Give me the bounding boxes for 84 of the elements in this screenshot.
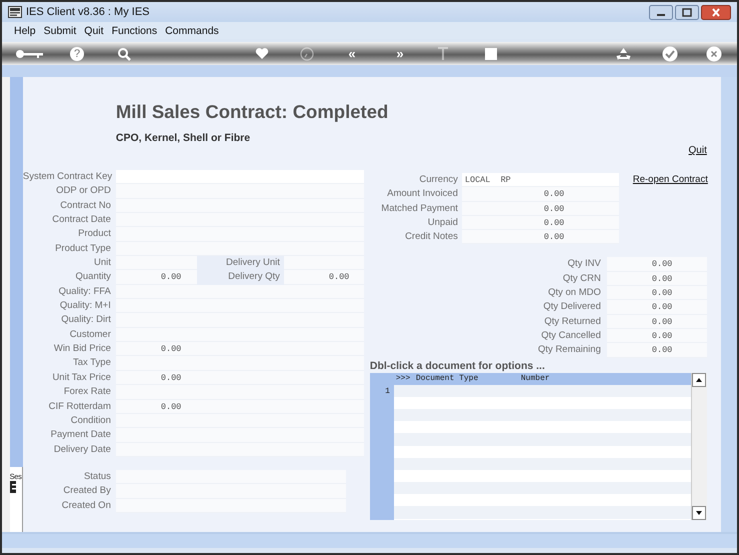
input-field[interactable]: 0.00	[462, 230, 619, 244]
field-label: Quality: FFA	[58, 284, 111, 299]
field-label: Delivery Unit	[196, 256, 284, 270]
menu-item[interactable]: Functions	[108, 24, 162, 36]
close-icon[interactable]	[706, 46, 722, 62]
field-label: Quality: M+I	[58, 299, 111, 314]
window-title: IES Client v8.36 : My IES	[26, 6, 150, 18]
field-label: Matched Payment	[380, 202, 458, 216]
maximize-icon[interactable]	[675, 4, 699, 20]
search-icon[interactable]	[117, 46, 131, 60]
field-label: Amount Invoiced	[386, 187, 458, 202]
input-field[interactable]: LOCAL RP	[462, 173, 619, 188]
field-label: Qty Remaining	[537, 343, 601, 358]
field-label: Qty INV	[566, 257, 601, 272]
reopen-contract-link[interactable]: Re-open Contract	[632, 173, 708, 188]
field-label: Qty Returned	[543, 314, 601, 329]
quit-link[interactable]: Quit	[688, 145, 707, 159]
menu-item[interactable]: Submit	[40, 24, 80, 36]
field-label: Qty Delivered	[542, 300, 601, 314]
input-field[interactable]: 0.00	[284, 270, 364, 285]
menu-item[interactable]: Commands	[161, 24, 223, 36]
field-label: Customer	[68, 328, 111, 342]
input-field[interactable]: 0.00	[116, 400, 364, 414]
field-label: Contract No	[59, 198, 111, 213]
field-label: Qty Cancelled	[540, 328, 601, 343]
heart-icon[interactable]	[255, 47, 269, 60]
input-field[interactable]: 0.00	[606, 300, 707, 315]
nav-button[interactable]: »	[396, 46, 404, 60]
menu-item[interactable]: Help	[10, 24, 40, 36]
field-label: System Contract Key	[22, 170, 111, 184]
input-field[interactable]: 0.00	[606, 272, 707, 286]
field-label: Qty CRN	[562, 272, 601, 286]
minimize-icon[interactable]	[649, 4, 673, 20]
page-title: Mill Sales Contract: Completed	[116, 101, 390, 123]
field-label: Forex Rate	[62, 385, 111, 400]
field-label: Product	[77, 227, 111, 242]
input-field[interactable]: 0.00	[606, 343, 707, 358]
nav-button[interactable]: «	[348, 46, 356, 60]
column-header[interactable]: Document Type	[416, 372, 521, 385]
input-field[interactable]: 0.00	[606, 257, 707, 272]
scroll-down-icon[interactable]	[692, 506, 706, 520]
field-label: Quantity	[74, 270, 111, 284]
input-field[interactable]: 0.00	[462, 187, 619, 202]
help-button[interactable]: ?	[70, 46, 84, 60]
field-label: Unit Tax Price	[51, 370, 111, 385]
field-label: Credit Notes	[404, 230, 458, 244]
input-field[interactable]: 0.00	[116, 370, 364, 386]
input-field[interactable]: 0.00	[462, 202, 619, 216]
scroll-up-icon[interactable]	[692, 372, 706, 387]
field-label: Status	[82, 470, 111, 484]
input-field[interactable]: 0.00	[116, 270, 197, 285]
close-icon[interactable]	[701, 4, 731, 20]
input-field[interactable]: 0.00	[462, 216, 619, 230]
field-label: Win Bid Price	[52, 342, 111, 356]
input-field[interactable]: 0.00	[606, 286, 707, 300]
field-label: Delivery Date	[52, 442, 111, 457]
field-label: CIF Rotterdam	[48, 400, 111, 414]
field-label: Unpaid	[426, 216, 458, 230]
input-field[interactable]: 0.00	[606, 328, 707, 344]
field-label: Product Type	[54, 242, 111, 256]
grid-hint: Dbl-click a document for options ...	[370, 358, 546, 373]
page-subtitle: CPO, Kernel, Shell or Fibre	[116, 132, 252, 144]
square-icon[interactable]	[485, 48, 497, 60]
field-label: Qty on MDO	[547, 286, 601, 300]
field-label: Unit	[92, 256, 111, 270]
input-field[interactable]: 0.00	[606, 314, 707, 329]
field-label: Quality: Dirt	[60, 313, 111, 328]
field-label: Tax Type	[72, 356, 111, 370]
field-label: Delivery Qty	[196, 270, 284, 285]
field-label: Payment Date	[50, 428, 111, 442]
field-label: Contract Date	[51, 213, 111, 228]
field-label: ODP or OPD	[55, 184, 111, 198]
row-number: 1	[384, 386, 391, 397]
key-icon[interactable]	[15, 48, 45, 60]
menu-item[interactable]: Quit	[80, 24, 108, 36]
field-label: Created On	[60, 498, 111, 513]
field-label: Currency	[418, 173, 458, 187]
field-label: Created By	[62, 484, 111, 498]
column-header[interactable]: >>>	[394, 372, 416, 385]
app-icon	[8, 6, 22, 18]
column-header[interactable]: Number	[520, 372, 550, 385]
field-label: Condition	[70, 414, 111, 428]
input-field[interactable]: 0.00	[116, 342, 364, 356]
check-icon[interactable]	[662, 46, 678, 62]
